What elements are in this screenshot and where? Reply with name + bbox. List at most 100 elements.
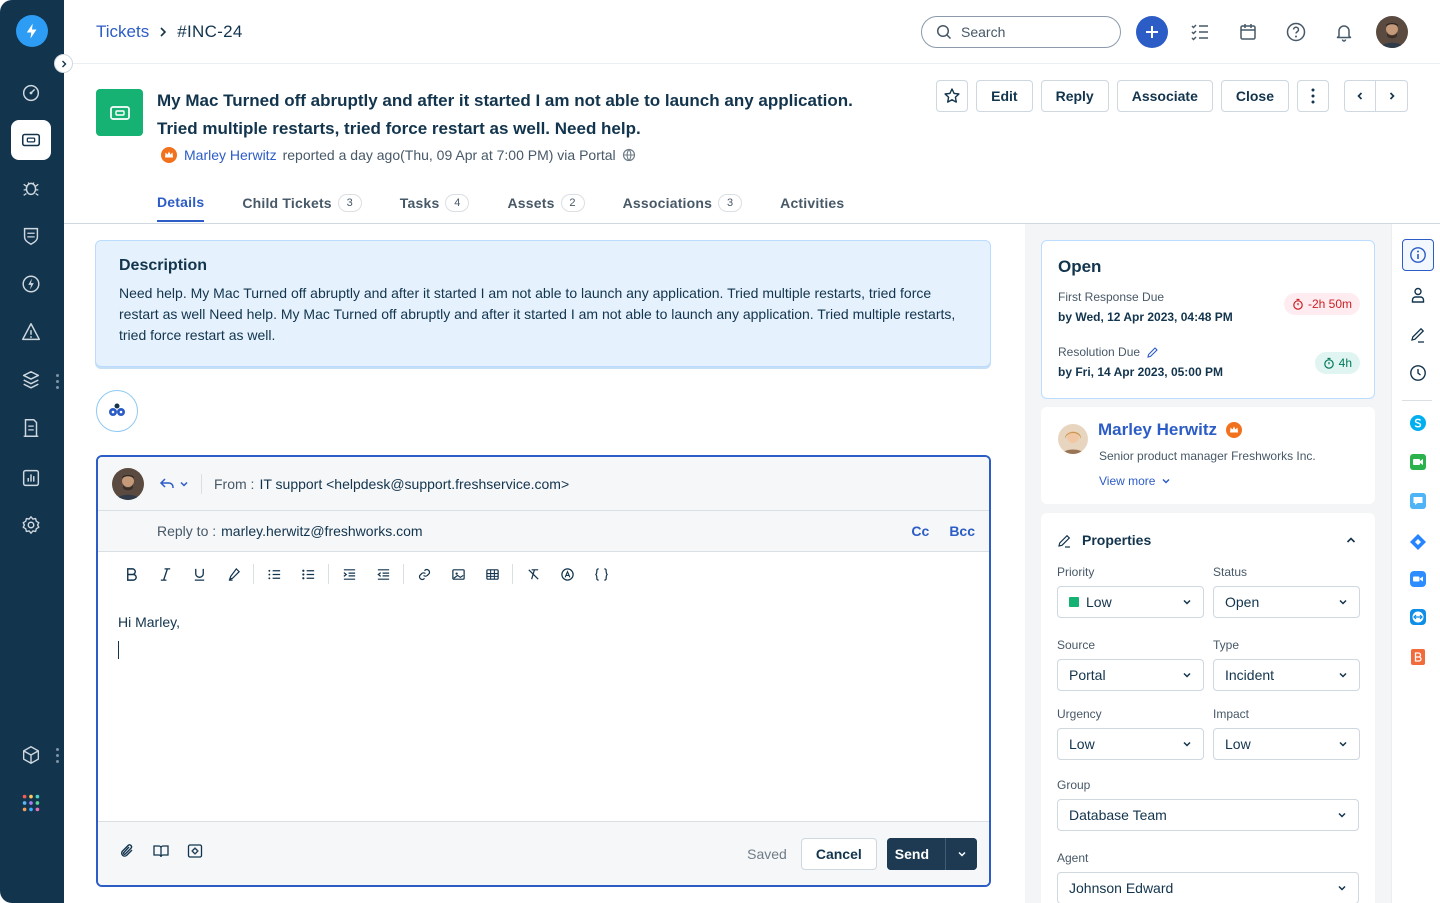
video-app-button[interactable] [1402, 446, 1434, 478]
jira-app-button[interactable] [1402, 526, 1434, 558]
freddy-ai-button[interactable] [96, 390, 138, 432]
b-app-button[interactable] [1402, 641, 1434, 673]
from-value[interactable]: IT support <helpdesk@support.freshservic… [259, 476, 569, 492]
impact-select[interactable]: Low [1213, 728, 1360, 760]
associate-button[interactable]: Associate [1116, 80, 1213, 112]
teamviewer-app-button[interactable] [1402, 601, 1434, 633]
tab-label: Assets [507, 195, 555, 211]
reply-editor: From : IT support <helpdesk@support.fres… [96, 455, 991, 887]
next-ticket-button[interactable] [1376, 80, 1408, 112]
reply-type-dropdown[interactable] [159, 476, 189, 492]
send-options-button[interactable] [945, 837, 977, 870]
nav-apps[interactable] [11, 735, 51, 775]
nav-solutions[interactable] [11, 408, 51, 448]
solutions-button[interactable] [152, 842, 170, 865]
skype-app-button[interactable] [1402, 407, 1434, 439]
requester-name-text[interactable]: Marley Herwitz [1098, 420, 1217, 440]
urgency-select[interactable]: Low [1057, 728, 1204, 760]
canned-response-button[interactable] [550, 559, 584, 589]
insert-button[interactable] [186, 842, 204, 865]
priority-select[interactable]: Low [1057, 586, 1204, 618]
ticket-pager [1344, 80, 1408, 112]
resolution-value: by Fri, 14 Apr 2023, 05:00 PM [1058, 365, 1223, 379]
nav-dashboard[interactable] [11, 73, 51, 113]
bold-button[interactable] [114, 559, 148, 589]
reply-body-textarea[interactable]: Hi Marley, [98, 596, 989, 821]
previous-ticket-button[interactable] [1344, 80, 1376, 112]
status-select[interactable]: Open [1213, 586, 1360, 618]
clear-format-button[interactable] [516, 559, 550, 589]
canned-response-icon [560, 567, 574, 581]
cancel-button[interactable]: Cancel [800, 837, 877, 870]
bcc-button[interactable]: Bcc [949, 523, 975, 539]
chevron-up-icon[interactable] [1345, 534, 1357, 546]
indent-button[interactable] [332, 559, 366, 589]
replyto-value[interactable]: marley.herwitz@freshworks.com [221, 523, 422, 539]
view-more-text[interactable]: View more [1099, 474, 1155, 488]
nav-releases[interactable] [11, 264, 51, 304]
type-select[interactable]: Incident [1213, 659, 1360, 691]
nav-app-switcher[interactable] [11, 783, 51, 823]
source-select[interactable]: Portal [1057, 659, 1204, 691]
outdent-button[interactable] [366, 559, 400, 589]
view-more-link[interactable]: View more [1099, 474, 1171, 488]
help-button[interactable] [1280, 16, 1312, 48]
reply-button[interactable]: Reply [1040, 80, 1109, 112]
properties-heading: Properties [1082, 532, 1152, 548]
image-button[interactable] [441, 559, 475, 589]
link-button[interactable] [407, 559, 441, 589]
more-actions-button[interactable] [1297, 80, 1329, 112]
notes-button[interactable] [1402, 319, 1434, 351]
collapse-nav-button[interactable] [54, 54, 73, 73]
nav-alerts[interactable] [11, 312, 51, 352]
nav-problems[interactable] [11, 168, 51, 208]
star-button[interactable] [936, 80, 969, 112]
group-select[interactable]: Database Team [1057, 799, 1359, 831]
nav-tickets[interactable] [11, 120, 51, 160]
search-input[interactable]: Search [921, 16, 1121, 48]
requester-avatar-icon [1058, 424, 1088, 454]
cc-button[interactable]: Cc [911, 523, 929, 539]
user-avatar[interactable] [1376, 16, 1408, 48]
notifications-button[interactable] [1328, 16, 1360, 48]
chat-app-button[interactable] [1402, 485, 1434, 517]
time-log-button[interactable] [1402, 357, 1434, 389]
ticket-header: My Mac Turned off abruptly and after it … [64, 64, 1440, 224]
italic-button[interactable] [148, 559, 182, 589]
zoom-app-button[interactable] [1402, 563, 1434, 595]
tab-associations[interactable]: Associations 3 [623, 184, 743, 222]
breadcrumb-tickets-link[interactable]: Tickets [96, 22, 149, 42]
send-button[interactable]: Send [886, 837, 945, 870]
requester-info-button[interactable] [1402, 279, 1434, 311]
properties-header[interactable]: Properties [1057, 529, 1359, 551]
nav-assets[interactable] [11, 360, 51, 400]
nav-changes[interactable] [11, 216, 51, 256]
tab-activities[interactable]: Activities [780, 184, 844, 222]
table-button[interactable] [475, 559, 509, 589]
tab-assets[interactable]: Assets 2 [507, 184, 585, 222]
ticket-info-button[interactable] [1402, 239, 1434, 271]
underline-button[interactable] [182, 559, 216, 589]
agent-select[interactable]: Johnson Edward [1057, 872, 1359, 903]
pencil-icon[interactable] [1146, 346, 1159, 359]
bullet-list-button[interactable] [291, 559, 325, 589]
requester-name[interactable]: Marley Herwitz [1098, 420, 1243, 440]
new-button[interactable] [1136, 16, 1168, 48]
drag-handle-icon[interactable] [56, 374, 60, 392]
highlight-button[interactable] [216, 559, 250, 589]
todo-button[interactable] [1184, 16, 1216, 48]
close-button[interactable]: Close [1220, 80, 1289, 112]
calendar-button[interactable] [1232, 16, 1264, 48]
requester-link[interactable]: Marley Herwitz [184, 147, 277, 163]
tab-child-tickets[interactable]: Child Tickets 3 [242, 184, 362, 222]
drag-handle-icon[interactable] [56, 748, 60, 766]
tab-details[interactable]: Details [157, 184, 205, 222]
tab-tasks[interactable]: Tasks 4 [400, 184, 470, 222]
code-button[interactable] [584, 559, 618, 589]
attach-button[interactable] [118, 842, 136, 865]
nav-analytics[interactable] [11, 458, 51, 498]
nav-admin[interactable] [11, 505, 51, 545]
edit-button[interactable]: Edit [976, 80, 1033, 112]
ordered-list-button[interactable] [257, 559, 291, 589]
freshservice-logo[interactable] [16, 15, 48, 47]
